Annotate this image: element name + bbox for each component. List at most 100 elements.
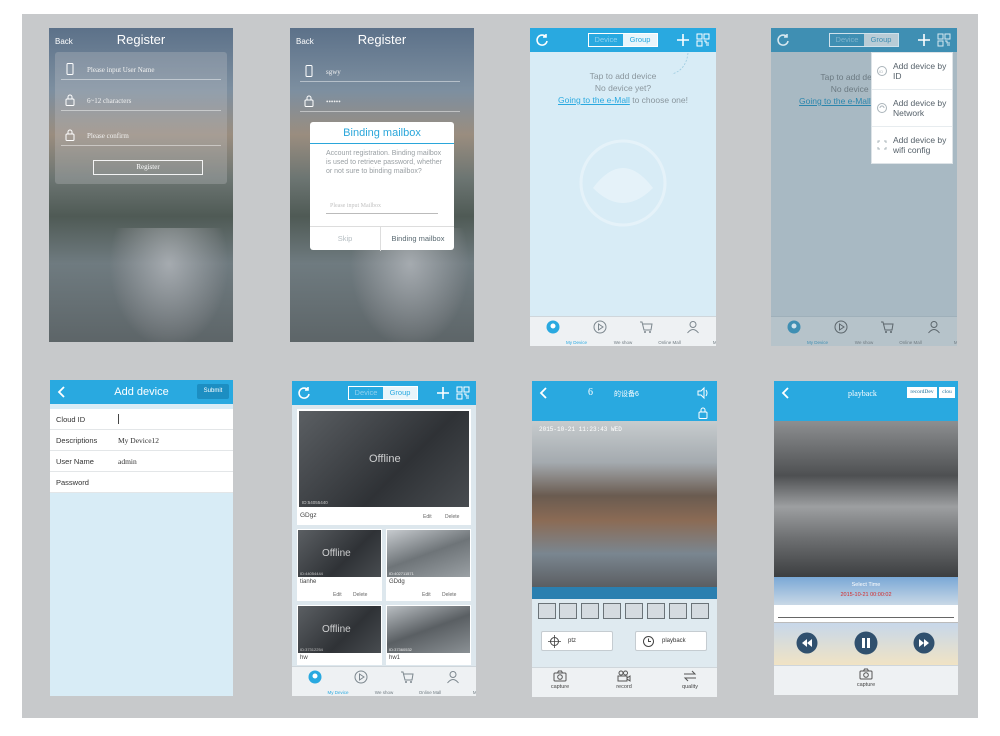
username-field[interactable]: sgwy: [300, 62, 460, 82]
password-row[interactable]: Password: [50, 472, 233, 493]
password-field[interactable]: 6~12 characters: [61, 91, 221, 111]
emall-link[interactable]: Going to the e-Mall: [558, 95, 630, 105]
tab-me[interactable]: Me: [430, 667, 476, 696]
layout-1-button[interactable]: [538, 603, 556, 619]
device-thumbnail[interactable]: Offline ID:44054444: [298, 530, 381, 577]
skip-button[interactable]: Skip: [310, 227, 381, 251]
device-card[interactable]: Offline ID:37312254 hw: [297, 605, 382, 665]
tab-my-device[interactable]: My Device: [292, 667, 349, 696]
tab-group[interactable]: Group: [623, 34, 657, 46]
tab-we-show[interactable]: We show: [338, 667, 393, 696]
cloud-button[interactable]: clou: [939, 387, 955, 398]
cloud-id-row[interactable]: Cloud ID: [50, 409, 233, 430]
record-label: record: [616, 684, 632, 690]
qr-code-icon[interactable]: [937, 33, 951, 47]
device-name: hw: [300, 655, 308, 661]
device-card[interactable]: ID:402711571 GDdg Edit Delete: [386, 529, 471, 601]
tab-we-show[interactable]: We show: [577, 317, 632, 346]
split-layout-selector: [538, 603, 713, 619]
delete-button[interactable]: Delete: [445, 514, 459, 520]
device-card[interactable]: Offline ID:54055440 GDgz Edit Delete: [297, 409, 471, 525]
layout-16-button[interactable]: [691, 603, 709, 619]
mailbox-input[interactable]: Please input Mailbox: [326, 200, 438, 214]
offline-label: Offline: [322, 548, 351, 559]
add-icon[interactable]: [676, 33, 690, 47]
edit-button[interactable]: Edit: [423, 514, 432, 520]
record-device-button[interactable]: recordDev: [907, 387, 937, 398]
user-name-row[interactable]: User Name admin: [50, 451, 233, 472]
confirm-password-field[interactable]: Please confirm: [61, 126, 221, 146]
capture-button[interactable]: capture: [848, 668, 884, 688]
qr-code-icon[interactable]: [456, 386, 470, 400]
binding-mailbox-button[interactable]: Binding mailbox: [382, 227, 454, 251]
layout-9-button[interactable]: [625, 603, 643, 619]
emall-link[interactable]: Going to the e-Mall: [799, 96, 871, 106]
record-button[interactable]: record: [606, 670, 642, 690]
add-icon[interactable]: [436, 386, 450, 400]
qr-code-icon[interactable]: [696, 33, 710, 47]
edit-button[interactable]: Edit: [333, 592, 342, 598]
pause-icon[interactable]: [854, 631, 878, 655]
device-card[interactable]: Offline ID:44054444 tianhe Edit Delete: [297, 529, 382, 601]
select-time-bar[interactable]: Select Time 2015-10-21 00:00:02: [774, 577, 958, 605]
refresh-icon[interactable]: [535, 33, 549, 47]
bottom-toolbar: capture: [774, 665, 958, 695]
register-button[interactable]: Register: [93, 160, 203, 175]
blue-strip: [774, 405, 958, 421]
tab-group[interactable]: Group: [383, 387, 417, 399]
layout-10-button[interactable]: [647, 603, 665, 619]
device-thumbnail[interactable]: Offline ID:37312254: [298, 606, 381, 653]
tab-group[interactable]: Group: [864, 34, 898, 46]
timeline[interactable]: [774, 605, 958, 623]
lock-icon[interactable]: [698, 407, 708, 419]
tab-me[interactable]: Me: [670, 317, 716, 346]
rewind-icon[interactable]: [796, 632, 818, 654]
lock-icon: [304, 95, 314, 107]
delete-button[interactable]: Delete: [442, 592, 456, 598]
edit-button[interactable]: Edit: [422, 592, 431, 598]
menu-item-add-by-id[interactable]: ID Add device by ID: [872, 53, 952, 90]
playback-video[interactable]: [774, 421, 958, 577]
tab-my-device[interactable]: My Device: [530, 317, 587, 346]
menu-item-add-by-wifi[interactable]: Add device by wifi config: [872, 127, 952, 164]
refresh-icon[interactable]: [297, 386, 311, 400]
add-icon[interactable]: [917, 33, 931, 47]
layout-8-button[interactable]: [603, 603, 621, 619]
layout-6-button[interactable]: [581, 603, 599, 619]
tab-online-mall[interactable]: Online Mall: [623, 317, 681, 346]
back-arrow-icon[interactable]: [779, 386, 793, 400]
username-field[interactable]: Please input User Name: [61, 60, 221, 80]
device-thumbnail[interactable]: ID:402711571: [387, 530, 470, 577]
password-field[interactable]: ••••••: [300, 92, 460, 112]
tab-device[interactable]: Device: [830, 34, 864, 46]
tab-we-show[interactable]: We show: [818, 317, 873, 346]
tab-me[interactable]: Me: [911, 317, 957, 346]
tab-device[interactable]: Device: [349, 387, 383, 399]
live-video-feed[interactable]: 2015-10-21 11:23:43 WED: [532, 421, 717, 587]
lock-icon: [65, 129, 75, 141]
descriptions-row[interactable]: Descriptions My Device12: [50, 430, 233, 451]
ptz-button[interactable]: ptz: [541, 631, 613, 651]
device-card[interactable]: ID:37360532 hw1: [386, 605, 471, 665]
top-bar: Device Group: [530, 28, 716, 52]
menu-item-add-by-network[interactable]: Add device by Network: [872, 90, 952, 127]
form-value: My Device12: [118, 436, 160, 445]
device-thumbnail[interactable]: ID:37360532: [387, 606, 470, 653]
playback-button[interactable]: playback: [635, 631, 707, 651]
quality-button[interactable]: quality: [672, 670, 708, 690]
cart-icon: [640, 321, 653, 333]
tab-my-device[interactable]: My Device: [771, 317, 828, 346]
delete-button[interactable]: Delete: [353, 592, 367, 598]
layout-4-button[interactable]: [559, 603, 577, 619]
tab-online-mall[interactable]: Online Mall: [384, 667, 441, 696]
capture-button[interactable]: capture: [542, 670, 578, 690]
speaker-icon[interactable]: [696, 386, 710, 400]
submit-button[interactable]: Submit: [197, 384, 229, 399]
back-arrow-icon[interactable]: [537, 386, 551, 400]
fast-forward-icon[interactable]: [913, 632, 935, 654]
refresh-icon[interactable]: [776, 33, 790, 47]
layout-13-button[interactable]: [669, 603, 687, 619]
tab-device[interactable]: Device: [589, 34, 623, 46]
device-thumbnail[interactable]: Offline ID:54055440: [299, 411, 469, 507]
tab-online-mall[interactable]: Online Mall: [864, 317, 922, 346]
